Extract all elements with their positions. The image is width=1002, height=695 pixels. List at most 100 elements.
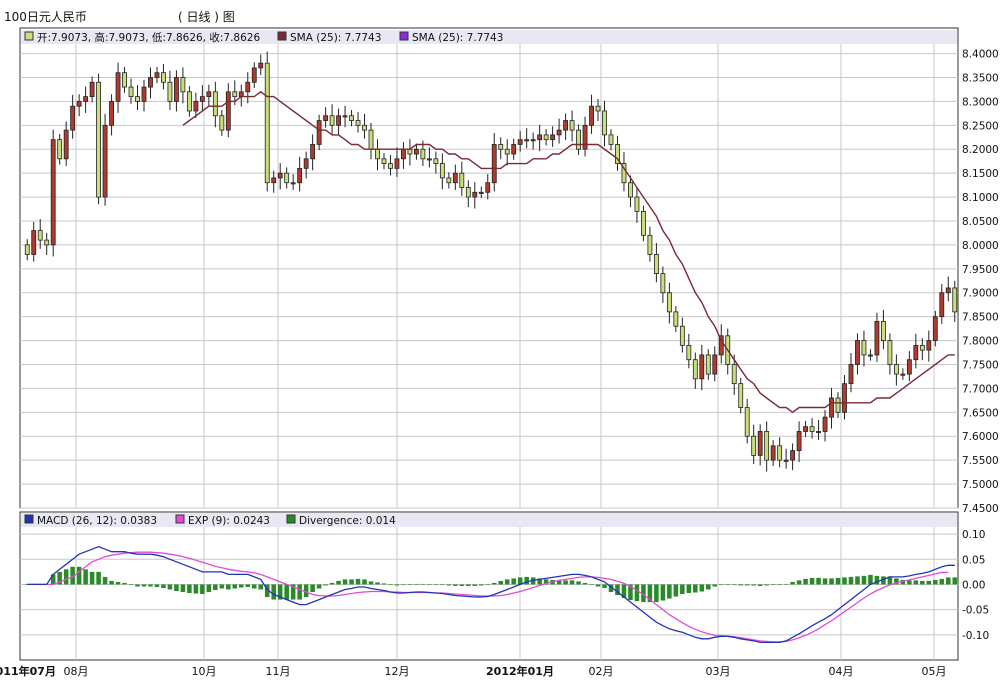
candle-body [478,191,484,194]
candle-body [446,177,452,184]
candle-body [303,158,309,169]
candle-body [893,364,899,375]
divergence-bar [122,582,127,585]
candle-body [452,172,458,184]
candle-body [186,91,192,112]
divergence-bar [83,569,88,585]
candle-body [835,397,841,413]
macd-y-tick-label: -0.05 [962,605,989,617]
divergence-bar [524,576,529,585]
divergence-bar [667,584,672,599]
x-tick-label: 2012年01月 [486,664,554,678]
candle-body [751,435,757,456]
candle-body [647,234,653,255]
candle-body [199,96,205,102]
candle-body [608,134,614,145]
divergence-bar [939,578,945,585]
divergence-bar [200,584,205,595]
candle-body [31,230,37,255]
candle-body [602,110,607,136]
candle-body [89,81,95,98]
sma-legend-text: SMA (25): 7.7743 [290,32,381,44]
divergence-bar [913,580,919,585]
candle-body [530,139,536,142]
divergence-bar [329,582,335,585]
candle-body [705,354,711,375]
candle-body [887,340,893,365]
price-y-tick-label: 8.1500 [962,168,999,180]
candle-body [433,158,439,164]
divergence-bar [725,584,731,586]
candle-body [757,431,763,456]
divergence-bar [420,583,426,585]
candle-body [141,86,147,102]
divergence-bar [226,584,231,590]
candle-body [290,182,296,185]
candle-body [569,120,575,131]
candle-body [206,91,212,98]
price-y-tick-label: 8.2000 [962,144,999,156]
divergence-bar [375,582,380,585]
divergence-bar [777,584,782,586]
x-tick-label: 05月 [922,665,947,678]
divergence-bar [731,584,737,586]
divergence-bar [76,566,82,585]
price-y-tick-label: 7.6500 [962,407,999,419]
divergence-bar [770,584,776,586]
divergence-bar [738,584,743,586]
candle-body [96,81,102,198]
divergence-bar [394,584,400,586]
divergence-bar [563,580,568,585]
candle-body [809,426,815,432]
macd-y-tick-label: 0.00 [962,579,985,591]
divergence-bar [822,578,828,585]
candle-body [945,287,951,294]
macd-y-tick-label: 0.10 [962,529,985,541]
divergence-bar [258,584,264,590]
candle-body [589,105,594,126]
macd-legend-swatch [24,514,34,524]
candle-body [491,144,497,184]
candle-body [212,91,218,117]
candle-body [803,426,808,432]
price-y-tick-label: 8.3500 [962,72,999,84]
divergence-bar [459,584,465,586]
candle-body [790,450,796,461]
divergence-bar [355,578,361,585]
price-y-tick-label: 7.9000 [962,288,999,300]
period-title: ( 日线 ) 图 [178,10,235,24]
divergence-bar [148,584,153,587]
x-tick-label: 12月 [385,665,410,678]
candle-body [44,239,50,246]
chart-title-bar: 100日元人民币 ( 日线 ) 图 [0,0,1002,28]
divergence-bar [582,582,588,585]
candle-body [582,124,588,150]
candle-body [595,105,601,112]
divergence-bar [693,584,698,593]
divergence-bar [654,584,659,603]
divergence-bar [154,584,160,587]
macd-legend-bar [21,513,957,527]
divergence-legend-text: Divergence: 0.014 [299,515,396,527]
divergence-bar [809,577,815,585]
candle-body [472,191,478,198]
candle-body [426,158,432,161]
candle-body [939,292,945,318]
price-y-tick-label: 7.9500 [962,264,999,276]
price-y-tick-label: 8.2500 [962,120,999,132]
candle-body [323,115,329,121]
divergence-bar [589,584,594,586]
sma2-legend-swatch [399,31,409,41]
candle-body [556,129,562,136]
sma-legend-swatch [277,31,287,41]
candle-body [868,354,873,357]
price-y-tick-label: 8.0000 [962,240,999,252]
candle-body [550,134,556,141]
price-y-tick-label: 7.7000 [962,383,999,395]
divergence-bar [718,584,724,586]
candle-body [154,72,160,78]
candle-body [349,115,354,121]
divergence-bar [414,583,419,585]
candle-body [628,182,633,198]
divergence-bar [368,581,374,585]
